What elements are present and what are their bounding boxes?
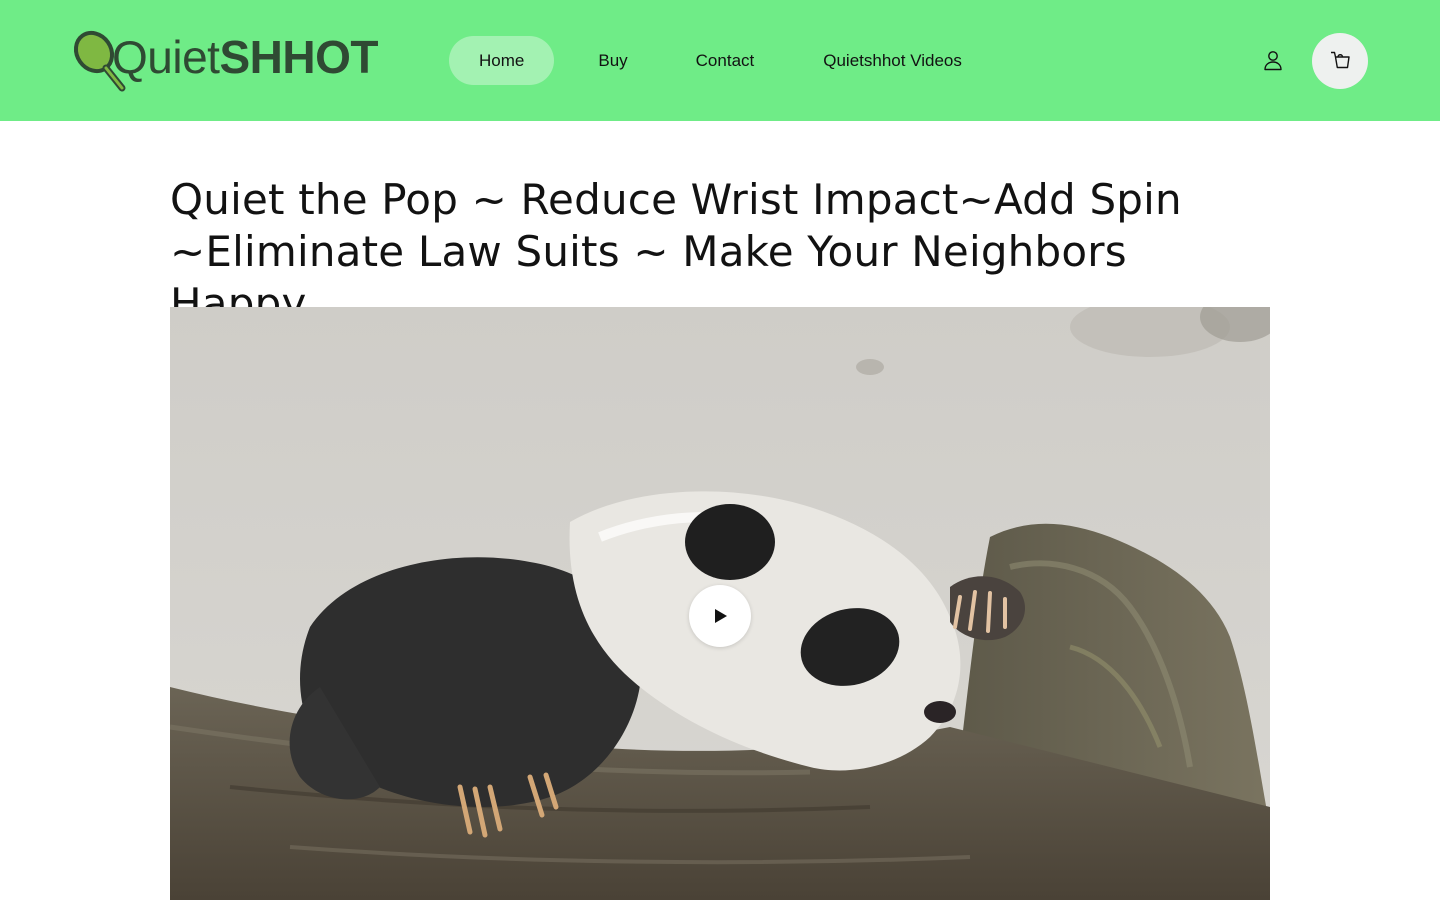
play-icon [715, 609, 727, 623]
logo-text-quiet: Quiet [112, 31, 220, 83]
site-header: QuietSHHOT Home Buy Contact Quietshhot V… [0, 0, 1440, 121]
cart-icon [1331, 51, 1350, 69]
site-logo[interactable]: QuietSHHOT [72, 28, 378, 96]
nav-item-buy[interactable]: Buy [564, 36, 657, 85]
main-nav: Home Buy Contact Quietshhot Videos [449, 36, 1002, 85]
logo-text-shhot: SHHOT [219, 31, 378, 83]
nav-item-home[interactable]: Home [449, 36, 555, 85]
user-icon [1264, 51, 1282, 71]
account-button[interactable] [1250, 37, 1296, 83]
play-button[interactable] [689, 585, 751, 647]
nav-item-contact[interactable]: Contact [658, 36, 789, 85]
cart-button[interactable] [1312, 33, 1368, 89]
video-player[interactable] [170, 307, 1270, 900]
nav-item-videos[interactable]: Quietshhot Videos [788, 36, 992, 85]
